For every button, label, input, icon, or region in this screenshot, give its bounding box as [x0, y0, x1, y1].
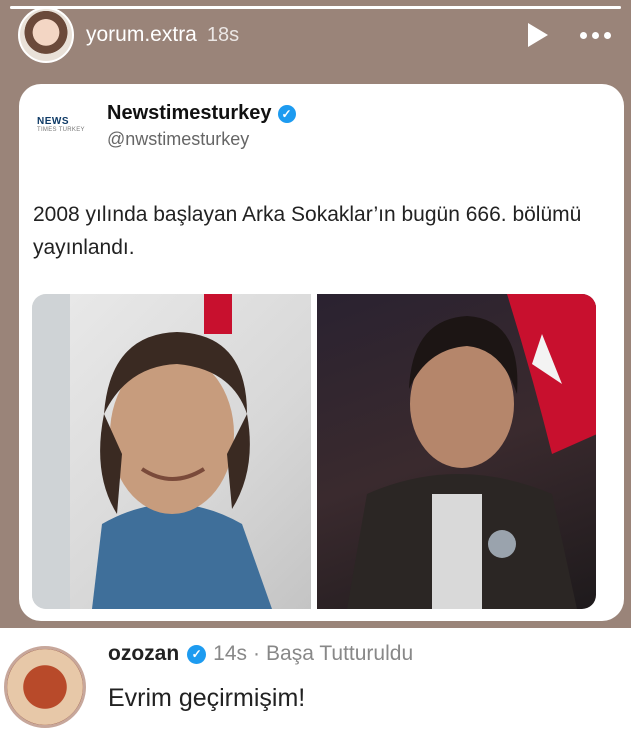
newstimes-logo: NEWS TIMES TURKEY	[35, 102, 97, 146]
tweet-card[interactable]: NEWS TIMES TURKEY Newstimesturkey ✓ @nws…	[19, 84, 624, 621]
logo-text: NEWS	[37, 115, 69, 127]
verified-badge-icon: ✓	[187, 644, 207, 664]
avatar[interactable]	[18, 7, 74, 63]
tweet-display-name[interactable]: Newstimesturkey	[107, 102, 272, 125]
tweet-name-row: Newstimesturkey ✓	[107, 102, 296, 125]
more-dot	[580, 31, 587, 39]
verified-badge-icon: ✓	[277, 104, 296, 123]
comment-time: 14s	[213, 642, 248, 665]
comment-username[interactable]: ozozan	[108, 642, 179, 666]
portrait-left-illustration	[32, 294, 272, 609]
tweet-text: 2008 yılında başlayan Arka Sokaklar’ın b…	[33, 203, 582, 259]
portrait-right-illustration	[347, 294, 596, 609]
tweet-handle[interactable]: @nwstimesturkey	[107, 129, 296, 150]
tweet-media[interactable]	[32, 294, 596, 609]
pinned-label: Başa Tutturuldu	[266, 642, 414, 665]
avatar[interactable]	[4, 646, 86, 728]
pinned-comment[interactable]: ozozan ✓ 14s · Başa Tutturuldu Evrim geç…	[0, 628, 631, 734]
play-icon[interactable]	[528, 23, 548, 47]
story-username[interactable]: yorum.extra	[86, 23, 197, 47]
story-view: yorum.extra 18s NEWS TIMES TURKEY Newsti…	[0, 0, 631, 628]
more-dot	[592, 31, 599, 39]
tweet-header: NEWS TIMES TURKEY Newstimesturkey ✓ @nws…	[35, 102, 296, 150]
more-icon[interactable]	[580, 31, 611, 39]
logo-subtext: TIMES TURKEY	[37, 126, 85, 133]
comment-text: Evrim geçirmişim!	[108, 684, 306, 712]
tweet-author: Newstimesturkey ✓ @nwstimesturkey	[107, 102, 296, 150]
comment-meta: ozozan ✓ 14s · Başa Tutturuldu	[108, 642, 413, 666]
story-time: 18s	[206, 23, 240, 46]
tweet-photo-left[interactable]	[32, 294, 311, 609]
separator-dot: ·	[253, 642, 261, 665]
more-dot	[604, 31, 611, 39]
tweet-photo-right[interactable]	[317, 294, 596, 609]
story-header: yorum.extra 18s	[18, 6, 617, 64]
